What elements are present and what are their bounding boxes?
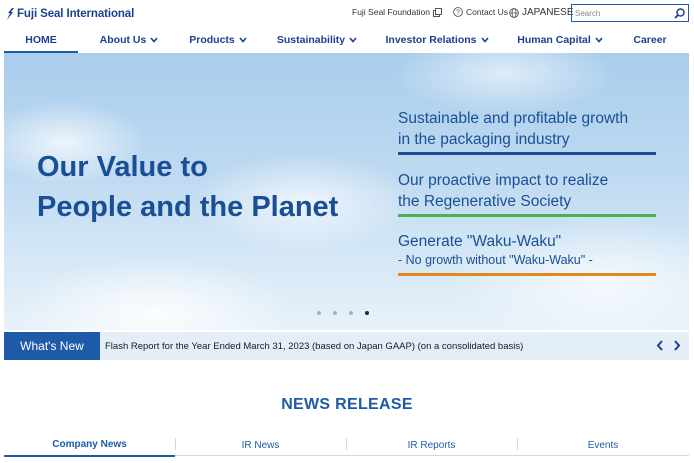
claim-waku-line-2: - No growth without "Waku-Waku" - (398, 253, 593, 267)
nav-career-label: Career (633, 34, 667, 46)
svg-text:?: ? (456, 10, 460, 17)
slider-dot-1[interactable] (317, 311, 321, 315)
globe-icon (509, 7, 519, 18)
foundation-link[interactable]: Fuji Seal Foundation (352, 7, 442, 17)
slider-dot-4-active[interactable] (365, 311, 369, 315)
chevron-left-icon[interactable] (656, 340, 664, 351)
chevron-down-icon (595, 37, 603, 43)
tab-company-news[interactable]: Company News (4, 434, 175, 457)
nav-item-human-capital[interactable]: Human Capital (516, 29, 604, 51)
news-tabs: Company News IR News IR Reports Events (4, 434, 689, 457)
claim-growth-rule (398, 152, 656, 155)
nav-about-label: About Us (99, 34, 147, 46)
foundation-label: Fuji Seal Foundation (352, 7, 430, 17)
nav-investor-label: Investor Relations (385, 34, 477, 46)
nav-item-career[interactable]: Career (628, 29, 672, 51)
chevron-down-icon (480, 37, 489, 43)
whats-new-headline[interactable]: Flash Report for the Year Ended March 31… (105, 341, 523, 352)
contact-label: Contact Us (466, 7, 509, 17)
nav-products-label: Products (189, 34, 235, 46)
claim-regenerative-line-2: the Regenerative Society (398, 193, 572, 210)
search-icon[interactable] (674, 8, 685, 19)
search-input[interactable] (572, 5, 672, 21)
search-box (571, 4, 689, 22)
contact-link[interactable]: ? Contact Us (450, 7, 508, 17)
claim-waku-rule (398, 273, 656, 276)
hero-title: Our Value to People and the Planet (37, 147, 387, 227)
slider-dot-3[interactable] (349, 311, 353, 315)
nav-item-investor-relations[interactable]: Investor Relations (384, 29, 490, 51)
japanese-label: JAPANESE (522, 7, 574, 18)
claim-regenerative: Our proactive impact to realize the Rege… (398, 170, 656, 217)
nav-item-products[interactable]: Products (186, 29, 250, 51)
news-release-title: NEWS RELEASE (281, 396, 413, 413)
brand-name: Fuji Seal International (17, 8, 135, 20)
nav-sustainability-label: Sustainability (276, 34, 346, 46)
tab-ir-news[interactable]: IR News (175, 434, 346, 456)
question-circle-icon: ? (453, 7, 463, 17)
chevron-down-icon (150, 37, 158, 43)
logo-mark-icon (7, 8, 14, 20)
nav-item-home[interactable]: HOME (4, 29, 78, 53)
claim-growth-line-2: in the packaging industry (398, 131, 570, 148)
nav-item-about[interactable]: About Us (96, 29, 162, 51)
hero-banner[interactable]: Our Value to People and the Planet Susta… (4, 53, 689, 330)
hero-title-line-2: People and the Planet (37, 191, 339, 223)
claim-waku-line-1: Generate "Waku-Waku" (398, 233, 562, 250)
chevron-right-icon[interactable] (673, 340, 681, 351)
whats-new-bar: What's New Flash Report for the Year End… (4, 332, 689, 360)
main-nav: HOME About Us Products Sustainability In… (0, 29, 694, 53)
chevron-down-icon (349, 37, 357, 43)
whats-new-arrows (656, 340, 681, 351)
claim-waku-waku: Generate "Waku-Waku" - No growth without… (398, 231, 656, 276)
claim-regenerative-rule (398, 214, 656, 217)
tab-ir-reports[interactable]: IR Reports (346, 434, 517, 456)
nav-home-label: HOME (25, 34, 57, 46)
claim-growth-line-1: Sustainable and profitable growth (398, 110, 629, 127)
external-link-icon (432, 7, 442, 17)
slider-dot-2[interactable] (333, 311, 337, 315)
tab-events[interactable]: Events (517, 434, 689, 456)
language-switch[interactable]: JAPANESE (506, 7, 574, 18)
claim-growth: Sustainable and profitable growth in the… (398, 108, 656, 155)
site-logo[interactable]: Fuji Seal International (5, 5, 134, 23)
slider-dots (317, 311, 369, 315)
nav-item-sustainability[interactable]: Sustainability (274, 29, 360, 51)
hero-title-line-1: Our Value to (37, 151, 208, 183)
chevron-down-icon (239, 37, 247, 43)
site-header: Fuji Seal International Fuji Seal Founda… (0, 0, 694, 28)
claim-regenerative-line-1: Our proactive impact to realize (398, 172, 609, 189)
whats-new-label[interactable]: What's New (4, 332, 100, 360)
nav-human-capital-label: Human Capital (517, 34, 591, 46)
